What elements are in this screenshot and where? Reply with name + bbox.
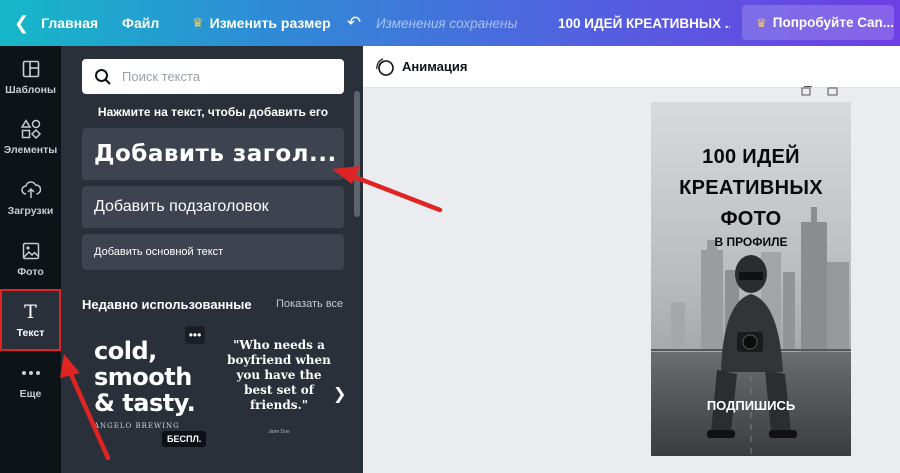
free-badge: БЕСПЛ. <box>162 431 207 447</box>
template-text: cold, smooth & tasty. <box>94 337 196 417</box>
undo-button[interactable]: ↶ <box>338 0 370 46</box>
page-actions <box>801 83 839 96</box>
add-heading-button[interactable]: Добавить загол... <box>82 128 344 180</box>
resize-button[interactable]: ♛ Изменить размер <box>182 0 338 46</box>
rail-item-more[interactable]: Еще <box>0 352 61 410</box>
editor-toolbar: Анимация <box>363 46 900 88</box>
rail-item-uploads[interactable]: Загрузки <box>0 169 61 227</box>
rail-label: Шаблоны <box>5 83 56 96</box>
file-label: Файл <box>122 15 160 31</box>
search-input[interactable] <box>122 69 322 84</box>
design-subheading[interactable]: В ПРОФИЛЕ <box>651 235 851 249</box>
add-subheading-button[interactable]: Добавить подзаголовок <box>82 186 344 228</box>
text-template-cold-smooth[interactable]: cold, smooth & tasty. ANGELO BREWING <box>86 326 216 473</box>
animation-icon <box>375 57 395 77</box>
panel-hint: Нажмите на текст, чтобы добавить его <box>97 105 329 119</box>
file-menu-button[interactable]: Файл <box>106 0 182 46</box>
upload-icon <box>20 180 41 200</box>
template-subtext: Jane Doe <box>268 429 290 435</box>
try-pro-button[interactable]: ♛ Попробуйте Can... <box>742 5 894 40</box>
add-body-text-button[interactable]: Добавить основной текст <box>82 234 344 270</box>
design-cta-text[interactable]: ПОДПИШИСЬ <box>651 398 851 413</box>
show-all-link[interactable]: Показать все <box>276 298 343 310</box>
resize-label: Изменить размер <box>209 15 331 31</box>
search-box[interactable] <box>82 59 344 94</box>
search-icon <box>94 68 112 86</box>
template-more-button[interactable]: ••• <box>185 326 205 344</box>
home-label: Главная <box>41 15 99 31</box>
home-button[interactable]: ❮ Главная <box>0 0 106 46</box>
template-subtext: ANGELO BREWING <box>94 422 180 430</box>
rail-item-elements[interactable]: Элементы <box>0 108 61 166</box>
rail-label: Фото <box>17 265 44 278</box>
more-icon <box>21 363 41 383</box>
rail-label: Элементы <box>3 143 58 156</box>
text-panel: Нажмите на текст, чтобы добавить его Доб… <box>61 46 363 473</box>
rail-label: Еще <box>19 387 42 400</box>
crown-icon: ♛ <box>192 15 204 30</box>
rail-label: Загрузки <box>7 204 54 217</box>
rail-label: Текст <box>16 326 45 339</box>
text-icon: T <box>24 300 37 323</box>
design-title[interactable]: 100 ИДЕЙ КРЕАТИВНЫХ ... <box>558 0 730 46</box>
rail-item-text[interactable]: T Текст <box>0 289 61 351</box>
rail-item-templates[interactable]: Шаблоны <box>0 48 61 106</box>
animation-button[interactable]: Анимация <box>402 59 467 74</box>
elements-icon <box>20 118 41 139</box>
panel-scrollbar[interactable] <box>354 91 360 217</box>
templates-icon <box>21 59 41 79</box>
more-dots-icon: ••• <box>188 328 202 342</box>
duplicate-page-icon[interactable] <box>801 83 813 96</box>
recent-section-title: Недавно использованные <box>82 297 252 312</box>
chevron-right-icon[interactable]: ❯ <box>333 384 346 404</box>
save-status: Изменения сохранены <box>376 15 518 31</box>
try-pro-label: Попробуйте Can... <box>772 15 894 30</box>
photo-icon <box>21 241 41 261</box>
design-page[interactable]: 100 ИДЕЙ КРЕАТИВНЫХ ФОТО В ПРОФИЛЕ ПОДПИ… <box>651 102 851 456</box>
rail-item-photos[interactable]: Фото <box>0 230 61 288</box>
add-page-icon[interactable] <box>827 83 839 96</box>
chevron-left-icon: ❮ <box>14 12 30 33</box>
template-text: "Who needs a boyfriend when you have the… <box>227 338 331 412</box>
crown-icon: ♛ <box>756 15 767 30</box>
undo-icon: ↶ <box>346 13 362 32</box>
left-rail: Шаблоны Элементы Загрузки Фото T Текст Е… <box>0 46 61 473</box>
text-template-quote[interactable]: "Who needs a boyfriend when you have the… <box>225 338 333 435</box>
top-bar: ❮ Главная Файл ♛ Изменить размер ↶ Измен… <box>0 0 900 46</box>
design-heading[interactable]: 100 ИДЕЙ КРЕАТИВНЫХ ФОТО <box>651 142 851 235</box>
